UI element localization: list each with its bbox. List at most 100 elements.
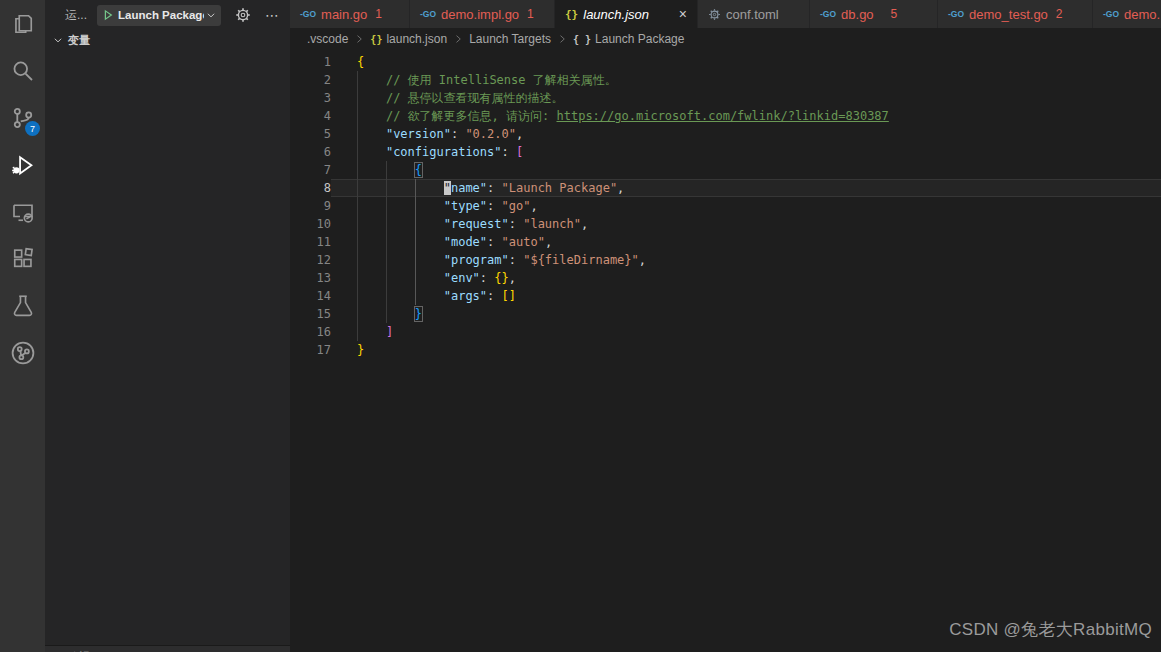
line-number: 12 (290, 251, 331, 269)
circle-branch-icon (10, 340, 36, 366)
line-number: 16 (290, 323, 331, 341)
tab-demo-[interactable]: -GOdemo. (1093, 0, 1161, 28)
activity-testing[interactable] (0, 282, 45, 329)
code-line-6[interactable]: 6 "configurations": [ (290, 143, 1161, 161)
debug-settings-gear[interactable] (235, 7, 251, 23)
code-token (357, 289, 444, 303)
tab-db-go[interactable]: -GOdb.go5 (810, 0, 938, 28)
chevron-down-icon (206, 10, 216, 20)
code-line-16[interactable]: 16 ] (290, 323, 1161, 341)
code-token: : (509, 217, 523, 231)
watermark: CSDN @兔老大RabbitMQ (949, 618, 1152, 641)
breadcrumb-item[interactable]: Launch Package (595, 32, 684, 46)
code-token: { (415, 163, 422, 177)
code-line-7[interactable]: 7 { (290, 161, 1161, 179)
tab-conf-toml[interactable]: conf.toml (698, 0, 810, 28)
tab-label: conf.toml (726, 7, 779, 22)
code-token (357, 145, 386, 159)
code-token: // 悬停以查看现有属性的描述。 (386, 91, 564, 105)
search-icon (11, 59, 35, 83)
activity-source-control[interactable]: 7 (0, 94, 45, 141)
code-token: ] (386, 325, 393, 339)
tab-demo-impl-go[interactable]: -GOdemo.impl.go1 (410, 0, 555, 28)
activity-explorer[interactable] (0, 0, 45, 47)
line-content: { (331, 53, 1161, 71)
start-debug-icon[interactable] (102, 9, 114, 21)
line-content: "program": "${fileDirname}", (331, 251, 1161, 269)
code-line-14[interactable]: 14 "args": [] (290, 287, 1161, 305)
code-line-2[interactable]: 2 // 使用 IntelliSense 了解相关属性。 (290, 71, 1161, 89)
code-token: "auto" (502, 235, 545, 249)
activity-remote-explorer[interactable] (0, 188, 45, 235)
tab-demo-test-go[interactable]: -GOdemo_test.go2 (938, 0, 1093, 28)
editor-group: -GOmain.go1-GOdemo.impl.go1{}launch.json… (290, 0, 1161, 652)
code-token: " (444, 181, 451, 195)
code-line-10[interactable]: 10 "request": "launch", (290, 215, 1161, 233)
code-token: [ (516, 145, 523, 159)
debug-toolbar: 运... Launch Package ⋯ (45, 0, 290, 30)
code-token: , (530, 199, 537, 213)
code-token (357, 127, 386, 141)
activity-run-debug[interactable] (0, 141, 45, 188)
breadcrumb-separator (452, 33, 464, 45)
code-line-15[interactable]: 15 } (290, 305, 1161, 323)
line-content: // 悬停以查看现有属性的描述。 (331, 89, 1161, 107)
tab-launch-json[interactable]: {}launch.json× (555, 0, 698, 28)
line-content: "version": "0.2.0", (331, 125, 1161, 143)
go-file-icon: -GO (1103, 9, 1119, 19)
code-token (357, 217, 444, 231)
code-lines: 1{2 // 使用 IntelliSense 了解相关属性。3 // 悬停以查看… (290, 53, 1161, 359)
code-line-13[interactable]: 13 "env": {}, (290, 269, 1161, 287)
tab-close-icon[interactable]: × (679, 7, 687, 21)
launch-config-label: Launch Package (118, 9, 204, 21)
json-file-icon: {} (370, 34, 382, 45)
code-line-5[interactable]: 5 "version": "0.2.0", (290, 125, 1161, 143)
breadcrumb-item[interactable]: launch.json (386, 32, 447, 46)
tab-main-go[interactable]: -GOmain.go1 (290, 0, 410, 28)
code-token: "launch" (523, 217, 581, 231)
activity-extensions[interactable] (0, 235, 45, 282)
breadcrumb[interactable]: .vscode{}launch.jsonLaunch Targets{ }Lau… (290, 28, 1161, 50)
line-content: ] (331, 323, 1161, 341)
code-token: { (357, 55, 364, 69)
code-line-11[interactable]: 11 "mode": "auto", (290, 233, 1161, 251)
tab-problem-count: 1 (375, 7, 382, 21)
line-number: 11 (290, 233, 331, 251)
code-line-12[interactable]: 12 "program": "${fileDirname}", (290, 251, 1161, 269)
code-line-1[interactable]: 1{ (290, 53, 1161, 71)
code-token: // 欲了解更多信息, 请访问: (386, 109, 557, 123)
activity-search[interactable] (0, 47, 45, 94)
code-editor[interactable]: 1{2 // 使用 IntelliSense 了解相关属性。3 // 悬停以查看… (290, 50, 1161, 652)
code-token: : (487, 181, 501, 195)
code-token: : (509, 253, 523, 267)
code-line-9[interactable]: 9 "type": "go", (290, 197, 1161, 215)
code-token: "args" (444, 289, 487, 303)
code-line-4[interactable]: 4 // 欲了解更多信息, 请访问: https://go.microsoft.… (290, 107, 1161, 125)
gear-icon (235, 7, 251, 23)
line-number: 6 (290, 143, 331, 161)
code-token: : (502, 145, 516, 159)
breadcrumb-item[interactable]: Launch Targets (469, 32, 551, 46)
more-actions-button[interactable]: ⋯ (265, 7, 280, 23)
code-token (357, 73, 386, 87)
launch-config-dropdown[interactable]: Launch Package (97, 5, 221, 26)
breadcrumb-item[interactable]: .vscode (307, 32, 348, 46)
watch-section-header[interactable]: 监视 (45, 645, 290, 652)
variables-section-header[interactable]: 变量 (45, 30, 290, 50)
code-line-8[interactable]: 8 "name": "Launch Package", (290, 179, 1161, 197)
code-token: } (357, 343, 364, 357)
code-token (357, 235, 444, 249)
code-token: https://go.microsoft.com/fwlink/?linkid=… (556, 109, 888, 123)
line-content: } (331, 305, 1161, 323)
code-token: "program" (444, 253, 509, 267)
activity-extra-extension[interactable] (0, 329, 45, 376)
line-content: "name": "Launch Package", (331, 179, 1161, 197)
tab-label: db.go (841, 7, 874, 22)
line-number: 10 (290, 215, 331, 233)
code-line-17[interactable]: 17} (290, 341, 1161, 359)
line-number: 5 (290, 125, 331, 143)
tab-problem-count: 2 (1056, 7, 1063, 21)
code-token (357, 271, 444, 285)
code-token: : (487, 199, 501, 213)
code-line-3[interactable]: 3 // 悬停以查看现有属性的描述。 (290, 89, 1161, 107)
